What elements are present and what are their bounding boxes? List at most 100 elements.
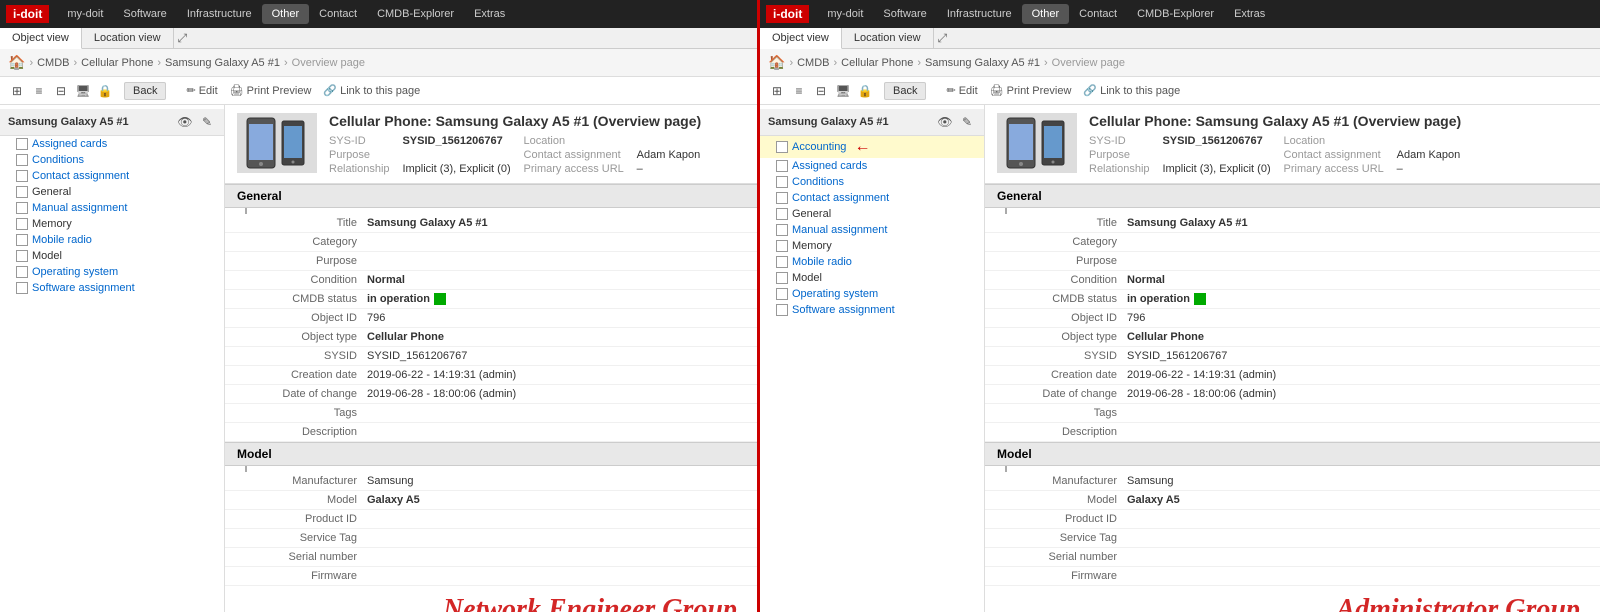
left-field-date-of-change: Date of change 2019-06-28 - 18:00:06 (ad…	[225, 385, 757, 404]
left-nav-contact[interactable]: Contact	[309, 4, 367, 24]
right-nav-extras[interactable]: Extras	[1224, 4, 1275, 24]
left-nav-infrastructure[interactable]: Infrastructure	[177, 4, 262, 24]
right-cols-icon[interactable]: ⊟	[812, 82, 830, 100]
right-cb-manual[interactable]	[776, 224, 788, 236]
left-list-icon[interactable]: ≡	[30, 82, 48, 100]
right-nav-other[interactable]: Other	[1022, 4, 1070, 24]
left-sidebar-item-memory[interactable]: Memory	[0, 216, 224, 232]
left-sidebar-item-assigned-cards[interactable]: Assigned cards	[0, 136, 224, 152]
left-nav-extras[interactable]: Extras	[464, 4, 515, 24]
right-breadcrumb-cellular[interactable]: Cellular Phone	[841, 57, 913, 69]
right-cb-memory[interactable]	[776, 240, 788, 252]
right-sidebar-item-assigned-cards[interactable]: Assigned cards	[760, 158, 984, 174]
right-cb-general[interactable]	[776, 208, 788, 220]
right-cb-conditions[interactable]	[776, 176, 788, 188]
left-sidebar-item-general[interactable]: General	[0, 184, 224, 200]
right-cb-contact[interactable]	[776, 192, 788, 204]
left-breadcrumb-cmdb[interactable]: CMDB	[37, 57, 69, 69]
left-monitor-icon[interactable]: 🖥	[74, 82, 92, 100]
left-home-icon[interactable]: 🏠	[8, 54, 25, 71]
right-cb-accounting[interactable]	[776, 141, 788, 153]
left-sidebar-item-software-assignment[interactable]: Software assignment	[0, 280, 224, 296]
right-tab-object-view[interactable]: Object view	[760, 28, 842, 49]
right-logo[interactable]: i-doit	[766, 5, 809, 23]
left-logo[interactable]: i-doit	[6, 5, 49, 23]
left-edit-action[interactable]: ✏ Edit	[186, 84, 217, 97]
left-tab-location-view[interactable]: Location view	[82, 28, 174, 48]
right-link-action[interactable]: 🔗 Link to this page	[1083, 84, 1180, 97]
right-nav-software[interactable]: Software	[873, 4, 936, 24]
left-breadcrumb-samsung[interactable]: Samsung Galaxy A5 #1	[165, 57, 280, 69]
left-sidebar-item-model[interactable]: Model	[0, 248, 224, 264]
left-nav-cmdb-explorer[interactable]: CMDB-Explorer	[367, 4, 464, 24]
left-cb-os[interactable]	[16, 266, 28, 278]
right-list-icon[interactable]: ≡	[790, 82, 808, 100]
right-sidebar-item-software-assignment[interactable]: Software assignment	[760, 302, 984, 318]
right-expand-icon[interactable]: ⤢	[938, 31, 948, 46]
right-sidebar-item-os[interactable]: Operating system	[760, 286, 984, 302]
right-location-label: Location	[1284, 135, 1385, 147]
right-sidebar-item-accounting[interactable]: Accounting ←	[760, 136, 984, 158]
right-sidebar-item-conditions[interactable]: Conditions	[760, 174, 984, 190]
right-nav-cmdb-explorer[interactable]: CMDB-Explorer	[1127, 4, 1224, 24]
left-sidebar-eye-icon[interactable]: 👁	[176, 113, 194, 131]
right-cb-mobile-radio[interactable]	[776, 256, 788, 268]
right-cb-model[interactable]	[776, 272, 788, 284]
left-cb-mobile-radio[interactable]	[16, 234, 28, 246]
left-sidebar-item-contact-assignment[interactable]: Contact assignment	[0, 168, 224, 184]
right-cb-software[interactable]	[776, 304, 788, 316]
right-sidebar-item-model[interactable]: Model	[760, 270, 984, 286]
left-cb-manual[interactable]	[16, 202, 28, 214]
right-sidebar-item-manual-assignment[interactable]: Manual assignment	[760, 222, 984, 238]
left-sidebar-item-os[interactable]: Operating system	[0, 264, 224, 280]
right-edit-action[interactable]: ✏ Edit	[946, 84, 977, 97]
right-breadcrumb-samsung[interactable]: Samsung Galaxy A5 #1	[925, 57, 1040, 69]
right-sidebar-item-general[interactable]: General	[760, 206, 984, 222]
right-sidebar-edit-icon[interactable]: ✎	[958, 113, 976, 131]
left-print-action[interactable]: 🖨 Print Preview	[230, 84, 312, 97]
left-lock-icon[interactable]: 🔒	[96, 82, 114, 100]
left-sidebar-item-conditions[interactable]: Conditions	[0, 152, 224, 168]
right-sidebar-item-memory[interactable]: Memory	[760, 238, 984, 254]
right-field-tags: Tags	[985, 404, 1600, 423]
right-nav-infrastructure[interactable]: Infrastructure	[937, 4, 1022, 24]
left-sidebar-item-manual-assignment[interactable]: Manual assignment	[0, 200, 224, 216]
right-tab-location-view[interactable]: Location view	[842, 28, 934, 48]
left-cb-memory[interactable]	[16, 218, 28, 230]
left-cb-assigned-cards[interactable]	[16, 138, 28, 150]
left-expand-icon[interactable]: ⤢	[178, 31, 188, 46]
right-cb-os[interactable]	[776, 288, 788, 300]
right-print-action[interactable]: 🖨 Print Preview	[990, 84, 1072, 97]
right-cb-assigned-cards[interactable]	[776, 160, 788, 172]
left-nav-mydoit[interactable]: my-doit	[57, 4, 113, 24]
left-link-action[interactable]: 🔗 Link to this page	[323, 84, 420, 97]
right-grid-icon[interactable]: ⊞	[768, 82, 786, 100]
right-nav-contact[interactable]: Contact	[1069, 4, 1127, 24]
left-grid-icon[interactable]: ⊞	[8, 82, 26, 100]
right-sidebar-item-contact-assignment[interactable]: Contact assignment	[760, 190, 984, 206]
left-nav-other[interactable]: Other	[262, 4, 310, 24]
right-field-date-of-change: Date of change 2019-06-28 - 18:00:06 (ad…	[985, 385, 1600, 404]
right-sidebar-item-mobile-radio[interactable]: Mobile radio	[760, 254, 984, 270]
left-sidebar-item-mobile-radio[interactable]: Mobile radio	[0, 232, 224, 248]
right-breadcrumb-cmdb[interactable]: CMDB	[797, 57, 829, 69]
left-cb-software[interactable]	[16, 282, 28, 294]
right-back-button[interactable]: Back	[884, 82, 926, 100]
left-sidebar-edit-icon[interactable]: ✎	[198, 113, 216, 131]
left-cols-icon[interactable]: ⊟	[52, 82, 70, 100]
left-general-header: General	[225, 184, 757, 208]
right-lock-icon[interactable]: 🔒	[856, 82, 874, 100]
right-sysid-value: SYSID_1561206767	[1162, 135, 1271, 147]
right-monitor-icon[interactable]: 🖥	[834, 82, 852, 100]
right-nav-mydoit[interactable]: my-doit	[817, 4, 873, 24]
left-cb-general[interactable]	[16, 186, 28, 198]
left-back-button[interactable]: Back	[124, 82, 166, 100]
left-cb-contact[interactable]	[16, 170, 28, 182]
left-cb-conditions[interactable]	[16, 154, 28, 166]
left-tab-object-view[interactable]: Object view	[0, 28, 82, 49]
left-cb-model[interactable]	[16, 250, 28, 262]
right-home-icon[interactable]: 🏠	[768, 54, 785, 71]
left-nav-software[interactable]: Software	[113, 4, 176, 24]
left-breadcrumb-cellular[interactable]: Cellular Phone	[81, 57, 153, 69]
right-sidebar-eye-icon[interactable]: 👁	[936, 113, 954, 131]
